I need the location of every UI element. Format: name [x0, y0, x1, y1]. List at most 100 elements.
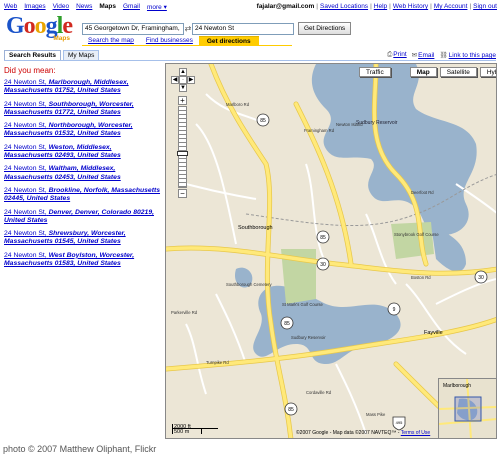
label-cordaville-rd: Cordaville Rd — [306, 390, 332, 395]
help-link[interactable]: Help — [374, 3, 387, 10]
result-street: 24 Newton St, — [4, 143, 47, 151]
label-fayville: Fayville — [424, 330, 443, 336]
my-account-link[interactable]: My Account — [434, 3, 468, 10]
did-you-mean: Did you mean: — [4, 66, 56, 75]
overview-map[interactable]: Marlborough — [438, 378, 496, 438]
result-street: 24 Newton St, — [4, 165, 47, 173]
sign-out-link[interactable]: Sign out — [473, 3, 497, 10]
nav-maps: Maps — [99, 3, 116, 10]
label-cemetery: Southborough Cemetery — [226, 282, 273, 287]
search-result-link[interactable]: 24 Newton St, Southborough, Worcester, M… — [4, 101, 162, 117]
pan-up-icon[interactable]: ▲ — [179, 68, 187, 76]
pan-right-icon[interactable]: ▶ — [187, 76, 195, 84]
route-85-label: 85 — [260, 118, 266, 124]
label-turnpike-rd: Turnpike Rd — [206, 360, 229, 365]
nav-more[interactable]: more ▾ — [147, 3, 167, 12]
label-marlboro-rd: Marlboro Rd — [226, 102, 250, 107]
search-result-link[interactable]: 24 Newton St, Shrewsbury, Worcester, Mas… — [4, 230, 162, 246]
search-result-link[interactable]: 24 Newton St, Denver, Denver, Colorado 8… — [4, 209, 162, 225]
map-view[interactable]: 85 85 85 85 30 30 9 495 Sudbury Reservoi… — [165, 63, 497, 439]
panel-tabs: Search Results My Maps — [4, 50, 100, 60]
result-street: 24 Newton St, — [4, 208, 47, 216]
route-85-label-4: 85 — [288, 407, 294, 413]
account-email: fajalar@gmail.com — [256, 3, 315, 10]
photo-credit: photo © 2007 Matthew Oliphant, Flickr — [3, 444, 157, 454]
golf-course-stonybrook — [391, 222, 434, 259]
search-result-link[interactable]: 24 Newton St, Weston, Middlesex, Massach… — [4, 144, 162, 160]
route-30-label-2: 30 — [478, 275, 484, 281]
nav-web[interactable]: Web — [4, 3, 17, 12]
to-input[interactable] — [192, 22, 294, 35]
tab-divider — [4, 60, 496, 61]
route-30-label: 30 — [320, 262, 326, 268]
label-southborough: Southborough — [238, 225, 273, 231]
pan-down-icon[interactable]: ▼ — [179, 84, 187, 92]
tool-links: ⎙Print ✉Email ⛓Link to this page — [387, 51, 496, 59]
link-icon: ⛓ — [439, 52, 448, 59]
search-result-link[interactable]: 24 Newton St, Brookline, Norfolk, Massac… — [4, 187, 162, 203]
overview-viewport[interactable] — [454, 396, 482, 422]
account-bar: fajalar@gmail.com | Saved Locations | Help… — [256, 3, 497, 10]
print-link[interactable]: Print — [393, 51, 406, 58]
divider — [82, 45, 292, 46]
search-result-link[interactable]: 24 Newton St, Waltham, Middlesex, Massac… — [4, 165, 162, 181]
web-history-link[interactable]: Web History — [393, 3, 428, 10]
nav-news[interactable]: News — [76, 3, 92, 12]
label-sudbury-reservoir-2: Sudbury Reservoir — [291, 335, 326, 340]
directions-form: ⇄ Get Directions Search the map Find bus… — [82, 22, 352, 46]
zoom-in-icon[interactable]: + — [178, 96, 187, 105]
link-to-page-link[interactable]: Link to this page — [449, 52, 496, 59]
nav-images[interactable]: Images — [24, 3, 45, 12]
terms-link[interactable]: Terms of Use — [401, 430, 430, 436]
nav-gmail[interactable]: Gmail — [123, 3, 140, 12]
route-85-label-2: 85 — [320, 235, 326, 241]
saved-locations-link[interactable]: Saved Locations — [320, 3, 368, 10]
get-directions-button[interactable]: Get Directions — [298, 22, 352, 35]
search-result-link[interactable]: 24 Newton St, Northborough, Worcester, M… — [4, 122, 162, 138]
pan-left-icon[interactable]: ◀ — [171, 76, 179, 84]
tab-search-results[interactable]: Search Results — [4, 50, 61, 60]
map-copyright: ©2007 Google - Map data ©2007 NAVTEQ™ - … — [296, 430, 431, 436]
email-icon: ✉ — [411, 52, 418, 59]
result-street: 24 Newton St, — [4, 79, 47, 86]
satellite-button[interactable]: Satellite — [439, 67, 477, 77]
map-type-controls: Traffic Map Satellite Hybrid — [359, 67, 496, 77]
nav-video[interactable]: Video — [53, 3, 70, 12]
pan-control: ▲ ◀ · ▶ ▼ — [171, 68, 195, 92]
scale-bar: 2000 ft 500 m — [172, 424, 218, 435]
label-mass-pike: Mass Pike — [366, 412, 386, 417]
search-result-link[interactable]: 24 Newton St, Marlborough, Middlesex, Ma… — [4, 79, 162, 95]
email-link[interactable]: Email — [418, 52, 434, 59]
route-85-label-3: 85 — [284, 321, 290, 327]
zoom-control: + − — [177, 96, 188, 198]
search-result-link[interactable]: 24 Newton St, West Boylston, Worcester, … — [4, 252, 162, 268]
scale-m: 500 m — [172, 429, 202, 435]
top-nav: Web Images Video News Maps Gmail more ▾ — [4, 3, 167, 12]
zoom-thumb[interactable] — [177, 151, 188, 156]
traffic-button[interactable]: Traffic — [359, 67, 391, 77]
route-495-label: 495 — [396, 420, 403, 425]
label-boston-rd: Boston Rd — [411, 275, 431, 280]
result-street: 24 Newton St, — [4, 251, 47, 259]
google-maps-logo[interactable]: Google Maps — [6, 14, 74, 42]
zoom-out-icon[interactable]: − — [178, 189, 187, 198]
label-newton-island: Newton Island — [336, 122, 363, 127]
result-street: 24 Newton St, — [4, 230, 47, 238]
logo-sub: Maps — [53, 35, 70, 42]
hybrid-button[interactable]: Hybrid — [479, 67, 496, 77]
print-icon: ⎙ — [387, 51, 393, 58]
label-stonybrook: Stonybrook Golf Course — [394, 232, 439, 237]
label-deerfoot-rd: Deerfoot Rd — [411, 190, 434, 195]
label-framingham-rd: Framingham Rd — [304, 128, 335, 133]
overview-label: Marlborough — [443, 383, 471, 389]
from-input[interactable] — [82, 22, 184, 35]
result-street: 24 Newton St, — [4, 186, 47, 194]
label-parkerville-rd: Parkerville Rd — [171, 310, 198, 315]
swap-icon[interactable]: ⇄ — [184, 24, 192, 33]
tab-my-maps[interactable]: My Maps — [62, 50, 100, 60]
result-street: 24 Newton St, — [4, 100, 47, 108]
map-button[interactable]: Map — [409, 67, 437, 77]
pan-center-icon[interactable]: · — [179, 76, 187, 84]
route-9-label: 9 — [393, 307, 396, 313]
zoom-slider[interactable] — [177, 106, 188, 188]
